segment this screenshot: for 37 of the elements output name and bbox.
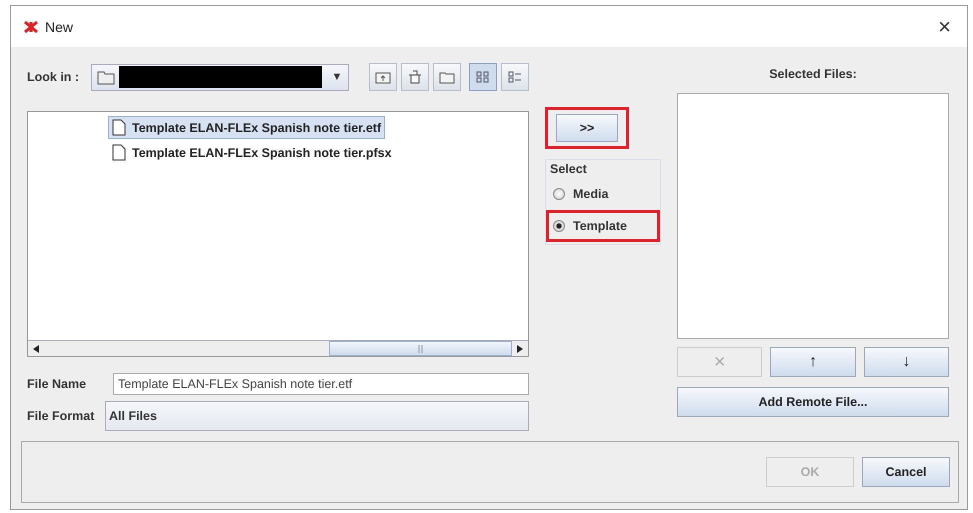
toolbar-button[interactable] bbox=[469, 63, 497, 91]
add-button[interactable]: >> bbox=[556, 114, 618, 142]
radio-option[interactable]: Media bbox=[553, 183, 651, 205]
folder-icon bbox=[439, 70, 455, 84]
group-title: Select bbox=[550, 162, 587, 176]
file-name-label: File Name bbox=[27, 377, 88, 391]
window-title: New bbox=[45, 18, 74, 34]
file-icon bbox=[112, 144, 126, 161]
horizontal-scrollbar[interactable] bbox=[28, 340, 528, 356]
folder-up-icon bbox=[375, 70, 391, 84]
look-in-label: Look in : bbox=[27, 70, 80, 84]
toolbar-button[interactable] bbox=[401, 63, 429, 91]
details-view-icon bbox=[507, 70, 523, 84]
selected-files-title: Selected Files: bbox=[768, 66, 858, 83]
file-icon bbox=[112, 119, 126, 136]
look-in-dropdown[interactable]: ▼ bbox=[91, 64, 349, 90]
grip-icon bbox=[418, 344, 423, 352]
toolbar-button[interactable] bbox=[369, 63, 397, 91]
grid-view-icon bbox=[475, 70, 491, 84]
file-format-dropdown[interactable]: All Files bbox=[105, 401, 529, 431]
scroll-right-icon bbox=[517, 344, 523, 352]
toolbar-button[interactable] bbox=[501, 63, 529, 91]
file-item[interactable]: Template ELAN-FLEx Spanish note tier.etf bbox=[108, 116, 386, 139]
app-logo-icon bbox=[23, 20, 39, 34]
cancel-button[interactable]: Cancel bbox=[862, 457, 950, 487]
scroll-left-icon bbox=[33, 344, 39, 352]
file-item[interactable]: Template ELAN-FLEx Spanish note tier.pfsx bbox=[108, 141, 396, 164]
file-format-label: File Format bbox=[27, 409, 96, 423]
file-name-field[interactable]: Template ELAN-FLEx Spanish note tier.etf bbox=[113, 373, 529, 395]
toolbar-button[interactable] bbox=[433, 63, 461, 91]
dropdown-arrow: ▼ bbox=[330, 71, 344, 83]
radio-option[interactable]: Template bbox=[553, 215, 651, 237]
move-down-button[interactable]: ↓ bbox=[864, 347, 949, 377]
folder-icon bbox=[97, 70, 116, 84]
add-remote-file-button[interactable]: Add Remote File... bbox=[677, 387, 949, 417]
move-up-button[interactable]: ↑ bbox=[770, 347, 856, 377]
close-button[interactable]: × bbox=[934, 14, 955, 40]
